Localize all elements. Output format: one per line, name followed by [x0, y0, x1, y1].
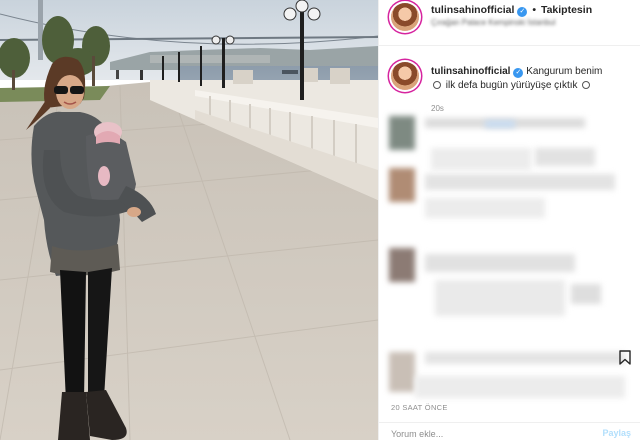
caption-line-2: ilk defa bugün yürüyüşe çıktık	[445, 80, 578, 91]
post-side-panel: tulinsahinofficial ✓ • Takiptesin Çırağan…	[378, 0, 640, 440]
blurred-avatar	[389, 168, 415, 202]
post-photo[interactable]	[0, 0, 378, 440]
blurred-comment	[425, 352, 625, 364]
share-comment-button[interactable]: Paylaş	[602, 428, 631, 438]
post-header: tulinsahinofficial ✓ • Takiptesin Çırağan…	[379, 0, 640, 46]
following-button[interactable]: Takiptesin	[541, 4, 592, 16]
blurred-comment	[435, 280, 565, 316]
caption-text: tulinsahinofficial ✓ Kangurum benim ilk d…	[431, 65, 631, 93]
blurred-avatar	[389, 352, 415, 392]
post-timestamp[interactable]: 20 SAAT ÖNCE	[391, 403, 448, 412]
caption-author-avatar[interactable]	[391, 62, 419, 90]
post-image	[0, 0, 378, 440]
verified-badge-icon: ✓	[517, 7, 528, 17]
comment-input[interactable]	[391, 429, 571, 439]
blurred-comment	[425, 198, 545, 218]
blurred-comment	[425, 174, 615, 190]
author-username[interactable]: tulinsahinofficial	[431, 4, 514, 16]
separator-dot: •	[532, 4, 537, 16]
author-avatar[interactable]	[391, 3, 419, 31]
smile-emoji-icon	[582, 81, 591, 89]
author-line: tulinsahinofficial ✓ • Takiptesin	[431, 4, 592, 17]
blurred-comment	[425, 254, 575, 272]
post-location[interactable]: Çırağan Palace Kempinski İstanbul	[431, 18, 556, 27]
comment-composer: Paylaş	[379, 422, 640, 440]
caption-username[interactable]: tulinsahinofficial	[431, 66, 510, 77]
blurred-comment	[431, 148, 531, 170]
bookmark-icon[interactable]	[619, 350, 631, 365]
smile-emoji-icon	[433, 81, 441, 89]
blurred-avatar	[389, 248, 415, 282]
blurred-comment	[535, 148, 595, 166]
blurred-comment	[571, 284, 601, 304]
blurred-avatar	[389, 116, 415, 150]
blurred-comment	[485, 120, 515, 128]
blurred-comment	[415, 376, 625, 398]
comments-list-blurred	[385, 108, 635, 400]
caption-line-1: Kangurum benim	[526, 66, 603, 77]
verified-badge-icon: ✓	[513, 68, 524, 78]
